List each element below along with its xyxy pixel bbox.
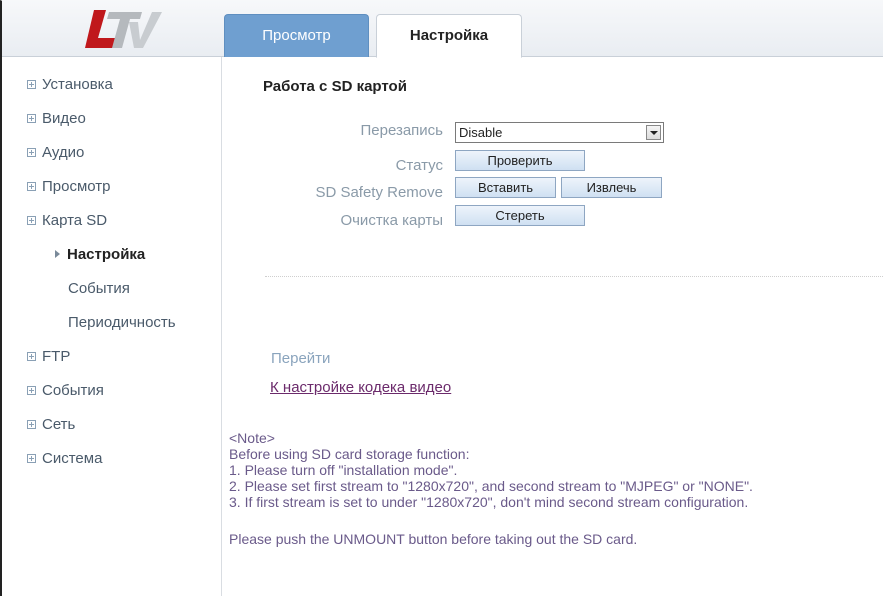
sidebar-subitem-events[interactable]: События — [68, 280, 130, 297]
sidebar-item-label: Настройка — [67, 246, 146, 263]
sidebar-subitem-settings[interactable]: Настройка — [55, 246, 145, 263]
status-label: Статус — [395, 157, 443, 174]
sidebar-item-view[interactable]: Просмотр — [27, 178, 111, 198]
note-line: <Note> — [229, 430, 275, 446]
erase-button[interactable]: Стереть — [455, 205, 585, 226]
expand-icon — [27, 351, 36, 361]
sidebar-item-label: Сеть — [42, 416, 76, 433]
sidebar-subitem-schedule[interactable]: Периодичность — [68, 314, 176, 331]
sidebar-item-network[interactable]: Сеть — [27, 416, 75, 436]
ltv-logo — [85, 10, 162, 48]
sidebar-item-audio[interactable]: Аудио — [27, 144, 84, 164]
sidebar-item-label: События — [42, 382, 104, 399]
sidebar-item-video[interactable]: Видео — [27, 110, 86, 130]
sidebar-item-label: Аудио — [42, 144, 85, 161]
sidebar-item-sd-card[interactable]: Карта SD — [27, 212, 107, 232]
goto-label: Перейти — [271, 350, 331, 367]
clear-card-label: Очистка карты — [340, 212, 443, 229]
chevron-right-icon — [55, 250, 60, 258]
sidebar-item-label: Просмотр — [42, 178, 111, 195]
tab-settings[interactable]: Настройка — [376, 14, 522, 58]
note-line: Before using SD card storage function: — [229, 446, 470, 462]
expand-icon — [27, 181, 36, 191]
overwrite-value: Disable — [459, 125, 503, 140]
expand-icon — [27, 147, 36, 157]
sidebar-item-ftp[interactable]: FTP — [27, 348, 70, 368]
chevron-down-icon[interactable] — [646, 125, 661, 140]
eject-button[interactable]: Извлечь — [561, 177, 662, 198]
codec-settings-link[interactable]: К настройке кодека видео — [270, 379, 451, 396]
expand-icon — [27, 79, 36, 89]
sidebar-item-label: Установка — [42, 76, 113, 93]
overwrite-label: Перезапись — [360, 122, 443, 139]
sidebar-item-label: Карта SD — [42, 212, 108, 229]
expand-icon — [27, 215, 36, 225]
tab-view[interactable]: Просмотр — [224, 14, 369, 57]
insert-button[interactable]: Вставить — [455, 177, 556, 198]
sidebar-item-events[interactable]: События — [27, 382, 104, 402]
sidebar-item-label: FTP — [42, 348, 71, 365]
sidebar-item-setup[interactable]: Установка — [27, 76, 113, 96]
expand-icon — [27, 453, 36, 463]
sidebar-item-label: Видео — [42, 110, 86, 127]
expand-icon — [27, 385, 36, 395]
expand-icon — [27, 113, 36, 123]
expand-icon — [27, 419, 36, 429]
unmount-note: Please push the UNMOUNT button before ta… — [229, 531, 638, 547]
sidebar: Установка Видео Аудио Просмотр Карта SD … — [2, 57, 222, 596]
note-line: 2. Please set first stream to "1280x720"… — [229, 478, 753, 494]
sidebar-item-system[interactable]: Система — [27, 450, 102, 470]
main-content: Работа с SD картой Перезапись Disable Ст… — [223, 57, 883, 596]
note-line: 1. Please turn off "installation mode". — [229, 462, 458, 478]
sidebar-item-label: Система — [42, 450, 103, 467]
note-line: 3. If first stream is set to under "1280… — [229, 494, 749, 510]
safety-remove-label: SD Safety Remove — [315, 184, 443, 201]
header: Просмотр Настройка — [2, 0, 883, 58]
divider — [265, 276, 883, 277]
overwrite-select[interactable]: Disable — [455, 122, 664, 143]
check-button[interactable]: Проверить — [455, 150, 585, 171]
page-title: Работа с SD картой — [263, 78, 407, 95]
